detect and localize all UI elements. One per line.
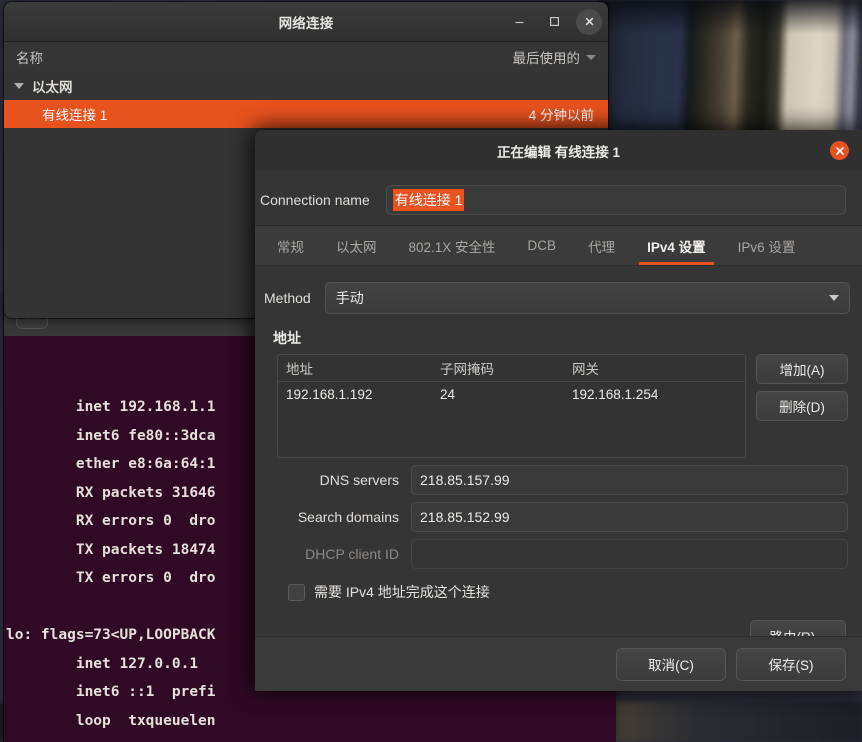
search-domains-label: Search domains: [297, 509, 399, 525]
connection-tree: 以太网有线连接 1 4 分钟以前: [4, 72, 608, 128]
network-window-titlebar: 网络连接: [4, 2, 608, 42]
dhcp-client-id-input[interactable]: [411, 539, 848, 569]
dns-servers-label: DNS servers: [319, 472, 399, 488]
dialog-footer: 取消(C) 保存(S): [255, 636, 862, 691]
addresses-area: 地址 子网掩码 网关 192.168.1.192 24 192.168.1.254 增加…: [255, 354, 862, 458]
tab-802.1X 安全性[interactable]: 802.1X 安全性: [393, 226, 512, 265]
connection-group-label: 以太网: [32, 80, 73, 95]
terminal-line: loop txqueuelen: [6, 712, 216, 729]
require-ipv4-label: 需要 IPv4 地址完成这个连接: [314, 584, 490, 600]
tab-DCB[interactable]: DCB: [512, 226, 573, 265]
connection-name-value: 有线连接 1: [392, 189, 465, 211]
connection-name-input[interactable]: 有线连接 1: [385, 185, 846, 215]
edit-connection-dialog: 正在编辑 有线连接 1 Connection name 有线连接 1 常规 以太网…: [255, 130, 862, 691]
method-label: Method: [264, 290, 311, 306]
address-cell: 24: [440, 386, 456, 402]
tab-IPv6 设置[interactable]: IPv6 设置: [722, 226, 812, 265]
tab-常规[interactable]: 常规: [261, 226, 320, 265]
method-selected-value: 手动: [335, 290, 364, 306]
delete-address-button[interactable]: 删除(D): [756, 391, 848, 421]
dns-servers-input[interactable]: 218.85.157.99: [411, 465, 848, 495]
dialog-tabs: 常规 以太网 802.1X 安全性 DCB 代理 IPv4 设置 IPv6 设置: [255, 225, 862, 266]
tab-以太网[interactable]: 以太网: [320, 226, 393, 265]
connection-name-label: Connection name: [260, 192, 370, 208]
address-cell: 192.168.1.254: [572, 386, 659, 402]
connection-row[interactable]: 有线连接 1 4 分钟以前: [4, 100, 608, 128]
dns-servers-row: DNS servers 218.85.157.99: [255, 458, 862, 495]
cancel-button[interactable]: 取消(C): [616, 647, 726, 681]
address-buttons: 增加(A) 删除(D): [756, 354, 848, 458]
column-header-last-used[interactable]: 最后使用的: [512, 47, 596, 67]
connection-group[interactable]: 以太网: [4, 72, 608, 100]
address-column-header[interactable]: 网关: [572, 358, 745, 378]
maximize-icon[interactable]: [541, 9, 567, 35]
chevron-down-icon: [829, 295, 839, 301]
window-controls: [497, 2, 602, 41]
dialog-body: Connection name 有线连接 1 常规 以太网 802.1X 安全性 DC…: [255, 171, 862, 691]
expander-triangle-icon[interactable]: [14, 83, 24, 89]
connection-row-name: 有线连接 1: [42, 108, 108, 123]
add-address-button[interactable]: 增加(A): [756, 354, 848, 384]
search-domains-input[interactable]: 218.85.152.99: [411, 502, 848, 532]
sort-descending-icon: [586, 54, 596, 60]
dialog-title: 正在编辑 有线连接 1: [496, 144, 620, 160]
save-button[interactable]: 保存(S): [736, 647, 846, 681]
dialog-close-icon[interactable]: [830, 141, 849, 160]
require-ipv4-row[interactable]: 需要 IPv4 地址完成这个连接: [255, 569, 862, 602]
dialog-titlebar: 正在编辑 有线连接 1: [255, 130, 862, 172]
addresses-section-title: 地址: [273, 330, 301, 346]
dhcp-client-id-row: DHCP client ID: [255, 532, 862, 569]
terminal-line: RX packets 36733: [6, 735, 616, 742]
column-header-last-used-label: 最后使用的: [512, 51, 581, 66]
address-cell: 192.168.1.192: [286, 386, 373, 402]
column-header-name[interactable]: 名称: [16, 47, 513, 67]
search-domains-row: Search domains 218.85.152.99: [255, 495, 862, 532]
close-icon[interactable]: [576, 8, 602, 35]
tab-代理[interactable]: 代理: [572, 226, 631, 265]
wallpaper-region-right: [598, 0, 862, 140]
address-column-header[interactable]: 子网掩码: [440, 358, 572, 378]
address-table-header: 地址 子网掩码 网关: [278, 355, 745, 382]
method-dropdown[interactable]: 手动: [324, 282, 850, 314]
tab-IPv4 设置[interactable]: IPv4 设置: [631, 226, 722, 265]
address-table-body: 192.168.1.192 24 192.168.1.254: [278, 382, 745, 406]
minimize-icon[interactable]: [506, 9, 532, 35]
method-row: Method 手动: [255, 266, 862, 314]
address-table-row[interactable]: 192.168.1.192 24 192.168.1.254: [278, 382, 745, 406]
address-table[interactable]: 地址 子网掩码 网关 192.168.1.192 24 192.168.1.254: [277, 354, 746, 458]
require-ipv4-checkbox[interactable]: [288, 583, 305, 601]
address-column-header[interactable]: 地址: [278, 358, 440, 378]
connection-list-header: 名称 最后使用的: [4, 42, 608, 73]
connection-row-last-used: 4 分钟以前: [528, 108, 594, 123]
connection-name-row: Connection name 有线连接 1: [255, 171, 862, 225]
dhcp-client-id-label: DHCP client ID: [305, 546, 399, 562]
